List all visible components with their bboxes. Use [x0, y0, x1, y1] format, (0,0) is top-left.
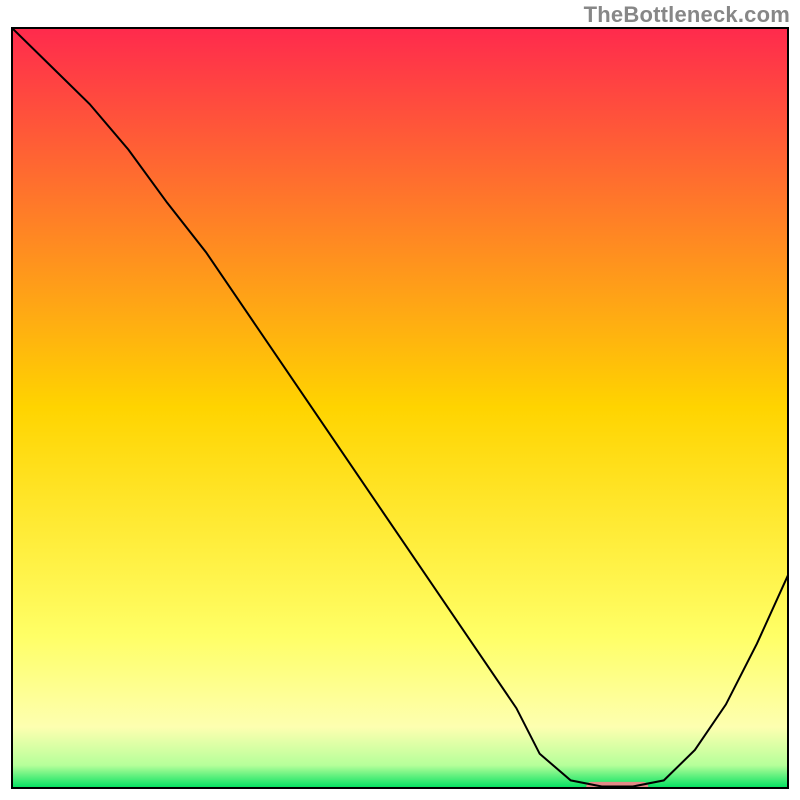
watermark-text: TheBottleneck.com [584, 2, 790, 28]
chart-container: TheBottleneck.com [0, 0, 800, 800]
gradient-background [12, 28, 788, 788]
chart-svg [0, 0, 800, 800]
